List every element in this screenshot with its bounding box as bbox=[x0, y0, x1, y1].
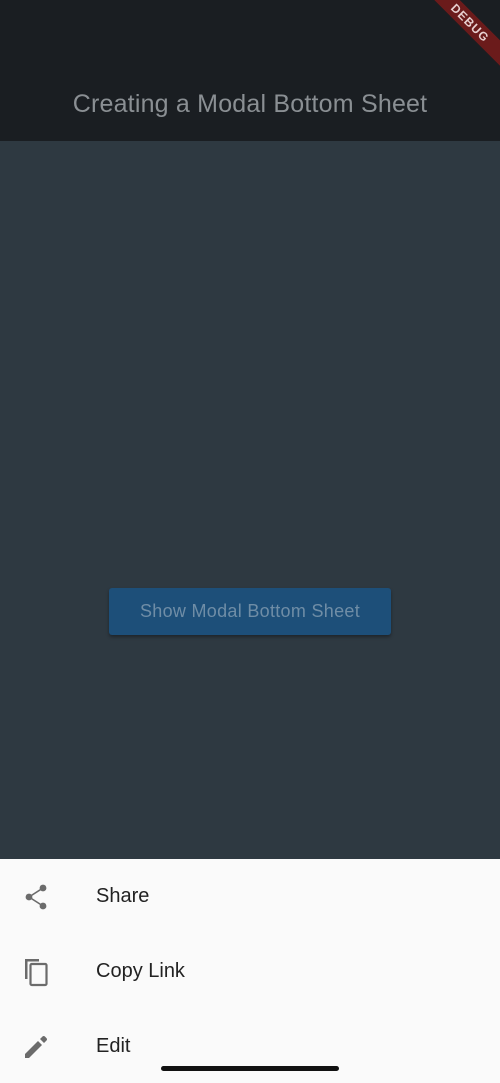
sheet-item-label: Share bbox=[96, 885, 150, 907]
sheet-item-copy-link[interactable]: Copy Link bbox=[0, 934, 500, 1009]
sheet-item-share[interactable]: Share bbox=[0, 859, 500, 934]
sheet-item-label: Edit bbox=[96, 1035, 131, 1057]
sheet-item-label: Copy Link bbox=[96, 960, 185, 982]
app-bar-title: Creating a Modal Bottom Sheet bbox=[72, 90, 428, 118]
pencil-icon bbox=[22, 1033, 50, 1061]
app-bar: Creating a Modal Bottom Sheet bbox=[0, 0, 500, 141]
screen: Creating a Modal Bottom Sheet DEBUG Show… bbox=[0, 0, 500, 1083]
modal-bottom-sheet: Share Copy Link Edit bbox=[0, 859, 500, 1083]
share-icon bbox=[22, 883, 50, 911]
show-modal-bottom-sheet-button[interactable]: Show Modal Bottom Sheet bbox=[109, 588, 391, 635]
copy-icon bbox=[22, 958, 50, 986]
home-indicator[interactable] bbox=[161, 1066, 339, 1071]
main-content-scrim[interactable] bbox=[0, 141, 500, 859]
sheet-item-edit[interactable]: Edit bbox=[0, 1009, 500, 1083]
